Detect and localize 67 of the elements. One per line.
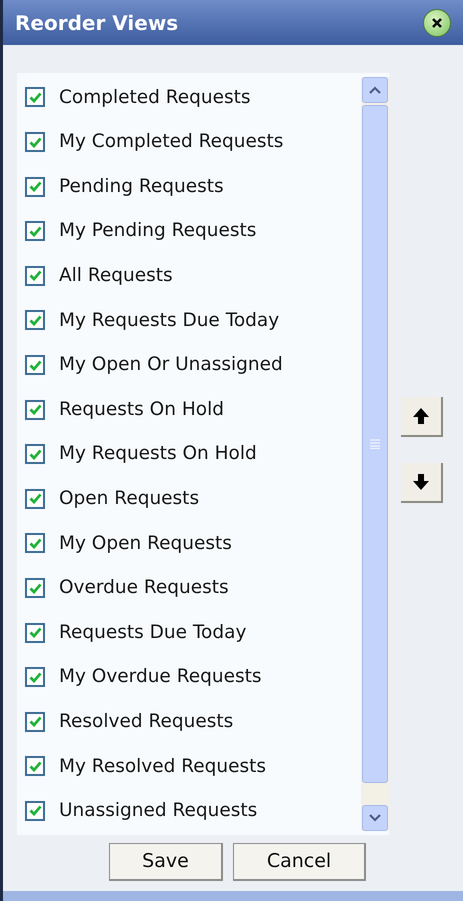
scroll-thumb[interactable] [362,105,388,784]
checkmark-icon [28,538,42,549]
arrow-down-icon [412,473,430,492]
view-label: Requests On Hold [59,398,224,422]
checkmark-icon [28,314,42,326]
checkmark-icon [28,92,42,103]
checkmark-icon [28,627,42,638]
checkbox[interactable] [25,444,45,464]
view-label: My Open Or Unassigned [59,353,283,378]
arrow-up-icon [412,407,430,426]
checkmark-icon [28,360,42,371]
checkbox[interactable] [25,667,45,688]
scroll-down-button[interactable] [362,805,388,832]
view-label: Resolved Requests [59,710,234,734]
view-label: My Completed Requests [59,130,284,154]
checkbox[interactable] [25,756,45,776]
view-label: My Requests On Hold [59,442,257,466]
checkbox[interactable] [25,132,45,152]
checkbox[interactable] [25,622,45,643]
checkbox[interactable] [25,488,45,509]
checkbox[interactable] [25,266,45,286]
save-button[interactable]: Save [109,843,223,882]
checkmark-icon [28,270,42,282]
view-label: Completed Requests [59,86,251,110]
view-label: All Requests [59,264,173,288]
checkmark-icon [28,226,42,237]
view-label: Requests Due Today [59,620,246,645]
checkbox[interactable] [25,578,45,598]
checkbox[interactable] [25,533,45,554]
view-label: My Resolved Requests [59,754,266,778]
checkmark-icon [28,136,42,148]
caret-down-icon [369,814,381,822]
view-label: My Overdue Requests [59,665,262,690]
window-title: Reorder Views [15,10,178,37]
checkmark-icon [28,672,42,683]
checkmark-icon [28,493,42,504]
caret-up-icon [369,86,381,94]
checkbox[interactable] [25,310,45,330]
move-up-button[interactable] [401,397,443,438]
checkbox[interactable] [25,800,45,821]
close-button[interactable] [423,8,451,37]
view-label: Pending Requests [59,174,224,199]
checkmark-icon [28,448,42,460]
view-label: Unassigned Requests [59,799,258,824]
scrollbar[interactable] [361,77,389,832]
close-icon [431,16,443,29]
checkmark-icon [28,582,42,594]
checkbox[interactable] [25,712,45,732]
checkmark-icon [28,805,42,816]
view-label: Open Requests [59,486,200,511]
checkmark-icon [28,716,42,728]
checkbox[interactable] [25,221,45,242]
view-label: My Requests Due Today [59,308,280,333]
checkmark-icon [28,404,42,416]
view-label: My Open Requests [59,532,232,556]
grip-icon [370,439,380,450]
cancel-button[interactable]: Cancel [233,843,366,882]
checkbox[interactable] [25,87,45,108]
scroll-up-button[interactable] [362,77,388,104]
checkbox[interactable] [25,176,45,197]
checkmark-icon [28,181,42,192]
view-label: Overdue Requests [59,576,229,600]
checkbox[interactable] [25,400,45,420]
view-label: My Pending Requests [59,219,256,244]
checkmark-icon [28,760,42,772]
move-down-button[interactable] [401,463,443,504]
checkbox[interactable] [25,355,45,376]
